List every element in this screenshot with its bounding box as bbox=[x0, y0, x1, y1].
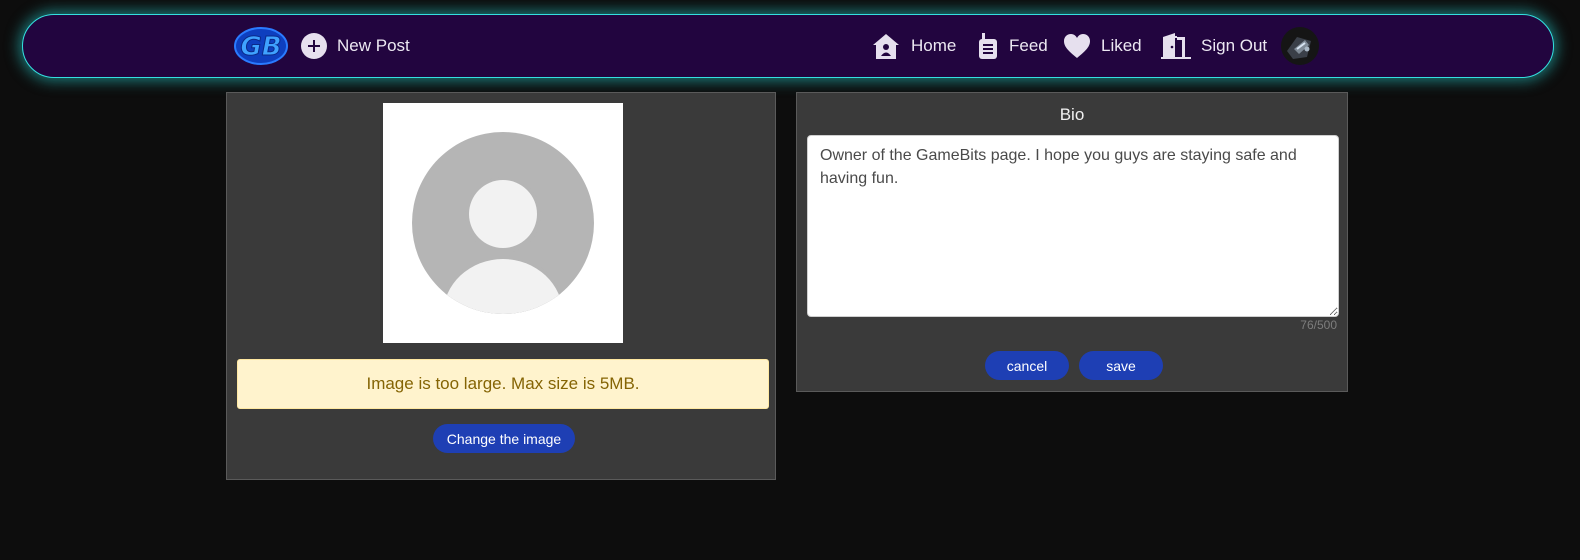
nav-feed-label: Feed bbox=[1009, 36, 1048, 55]
nav-liked[interactable]: Liked bbox=[1063, 15, 1142, 77]
gamebits-logo[interactable]: GB bbox=[233, 26, 289, 66]
user-avatar[interactable] bbox=[1281, 27, 1319, 65]
nav-liked-label: Liked bbox=[1101, 36, 1142, 55]
bio-textarea[interactable]: Owner of the GameBits page. I hope you g… bbox=[807, 135, 1339, 317]
door-exit-icon bbox=[1161, 32, 1191, 60]
svg-text:GB: GB bbox=[240, 32, 281, 62]
sign-out-button[interactable]: Sign Out bbox=[1161, 15, 1267, 77]
save-button[interactable]: save bbox=[1079, 351, 1163, 380]
nav-feed[interactable]: Feed bbox=[977, 15, 1048, 77]
profile-image-preview bbox=[383, 103, 623, 343]
profile-image-panel: Image is too large. Max size is 5MB. Cha… bbox=[226, 92, 776, 480]
bio-panel: Bio Owner of the GameBits page. I hope y… bbox=[796, 92, 1348, 392]
walkie-talkie-icon bbox=[977, 32, 999, 60]
sign-out-label: Sign Out bbox=[1201, 36, 1268, 55]
bio-char-count: 76/500 bbox=[1300, 318, 1337, 332]
new-post-label: New Post bbox=[337, 36, 410, 55]
image-error-alert: Image is too large. Max size is 5MB. bbox=[237, 359, 769, 409]
cancel-button[interactable]: cancel bbox=[985, 351, 1069, 380]
nav-home[interactable]: Home bbox=[871, 15, 956, 77]
home-icon bbox=[871, 32, 901, 60]
heart-icon bbox=[1063, 33, 1091, 59]
change-image-button[interactable]: Change the image bbox=[433, 424, 575, 453]
new-post-button[interactable]: New Post bbox=[301, 15, 410, 77]
plus-circle-icon bbox=[301, 33, 327, 59]
nav-home-label: Home bbox=[911, 36, 957, 55]
bio-title: Bio bbox=[1059, 105, 1085, 124]
top-navbar: GB New Post Home Feed Liked Sign Out bbox=[22, 14, 1554, 78]
